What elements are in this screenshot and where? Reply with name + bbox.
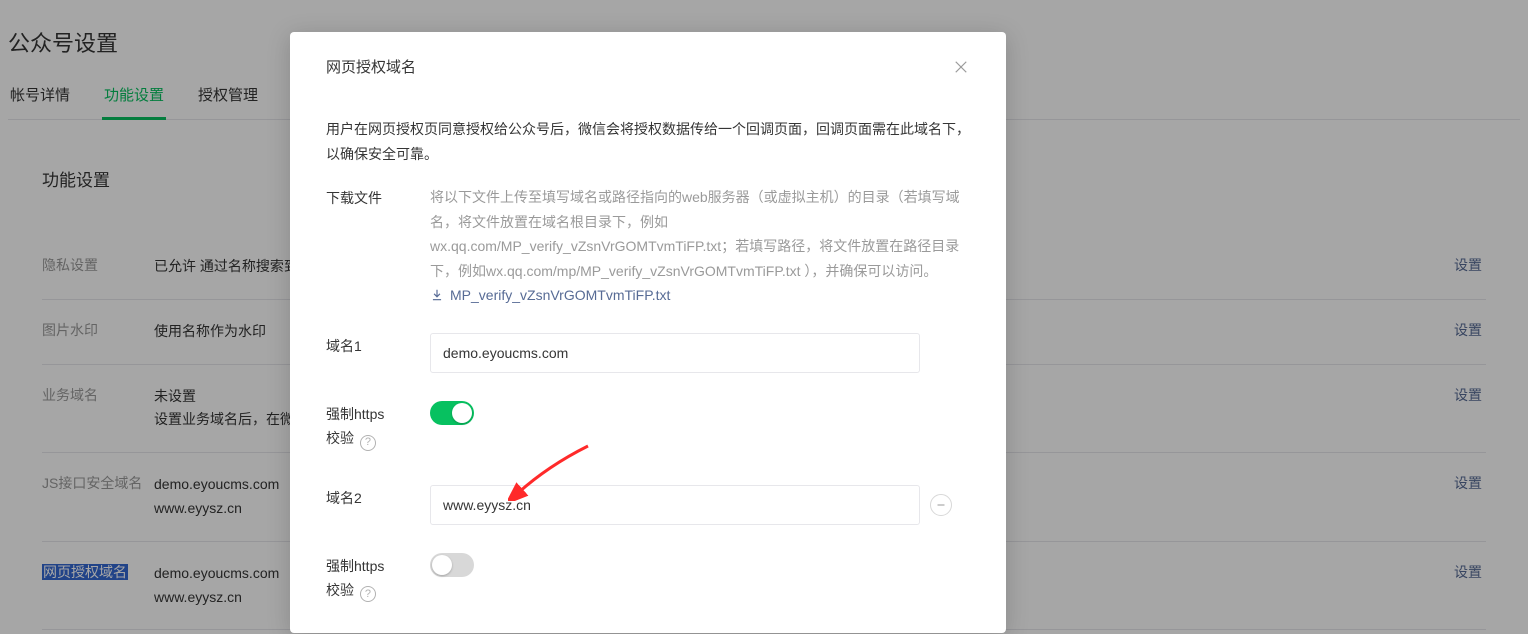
domain2-label: 域名2	[326, 485, 430, 511]
domain1-input[interactable]	[430, 333, 920, 373]
download-file-name: MP_verify_vZsnVrGOMTvmTiFP.txt	[450, 287, 670, 303]
minus-icon	[935, 499, 947, 511]
domain1-row: 域名1	[326, 333, 970, 373]
domain2-input[interactable]	[430, 485, 920, 525]
close-icon[interactable]	[952, 58, 970, 76]
download-file-link[interactable]: MP_verify_vZsnVrGOMTvmTiFP.txt	[430, 287, 670, 303]
https1-row: 强制https 校验 ?	[326, 401, 970, 451]
download-icon	[430, 288, 444, 302]
https2-row: 强制https 校验 ?	[326, 553, 970, 603]
https2-toggle[interactable]	[430, 553, 474, 577]
modal-title: 网页授权域名	[326, 56, 416, 77]
download-file-help: 将以下文件上传至填写域名或路径指向的web服务器（或虚拟主机）的目录（若填写域名…	[430, 185, 970, 283]
modal-description: 用户在网页授权页同意授权给公众号后，微信会将授权数据传给一个回调页面，回调页面需…	[326, 117, 970, 167]
help-icon[interactable]: ?	[360, 435, 376, 451]
download-file-label: 下载文件	[326, 185, 430, 211]
domain1-label: 域名1	[326, 333, 430, 359]
download-file-row: 下载文件 将以下文件上传至填写域名或路径指向的web服务器（或虚拟主机）的目录（…	[326, 185, 970, 305]
modal-header: 网页授权域名	[290, 32, 1006, 117]
oauth-domain-modal: 网页授权域名 用户在网页授权页同意授权给公众号后，微信会将授权数据传给一个回调页…	[290, 32, 1006, 633]
help-icon[interactable]: ?	[360, 586, 376, 602]
https1-toggle[interactable]	[430, 401, 474, 425]
remove-domain-button[interactable]	[930, 494, 952, 516]
https1-label: 强制https 校验 ?	[326, 401, 430, 451]
https2-label: 强制https 校验 ?	[326, 553, 430, 603]
domain2-row: 域名2	[326, 485, 970, 525]
